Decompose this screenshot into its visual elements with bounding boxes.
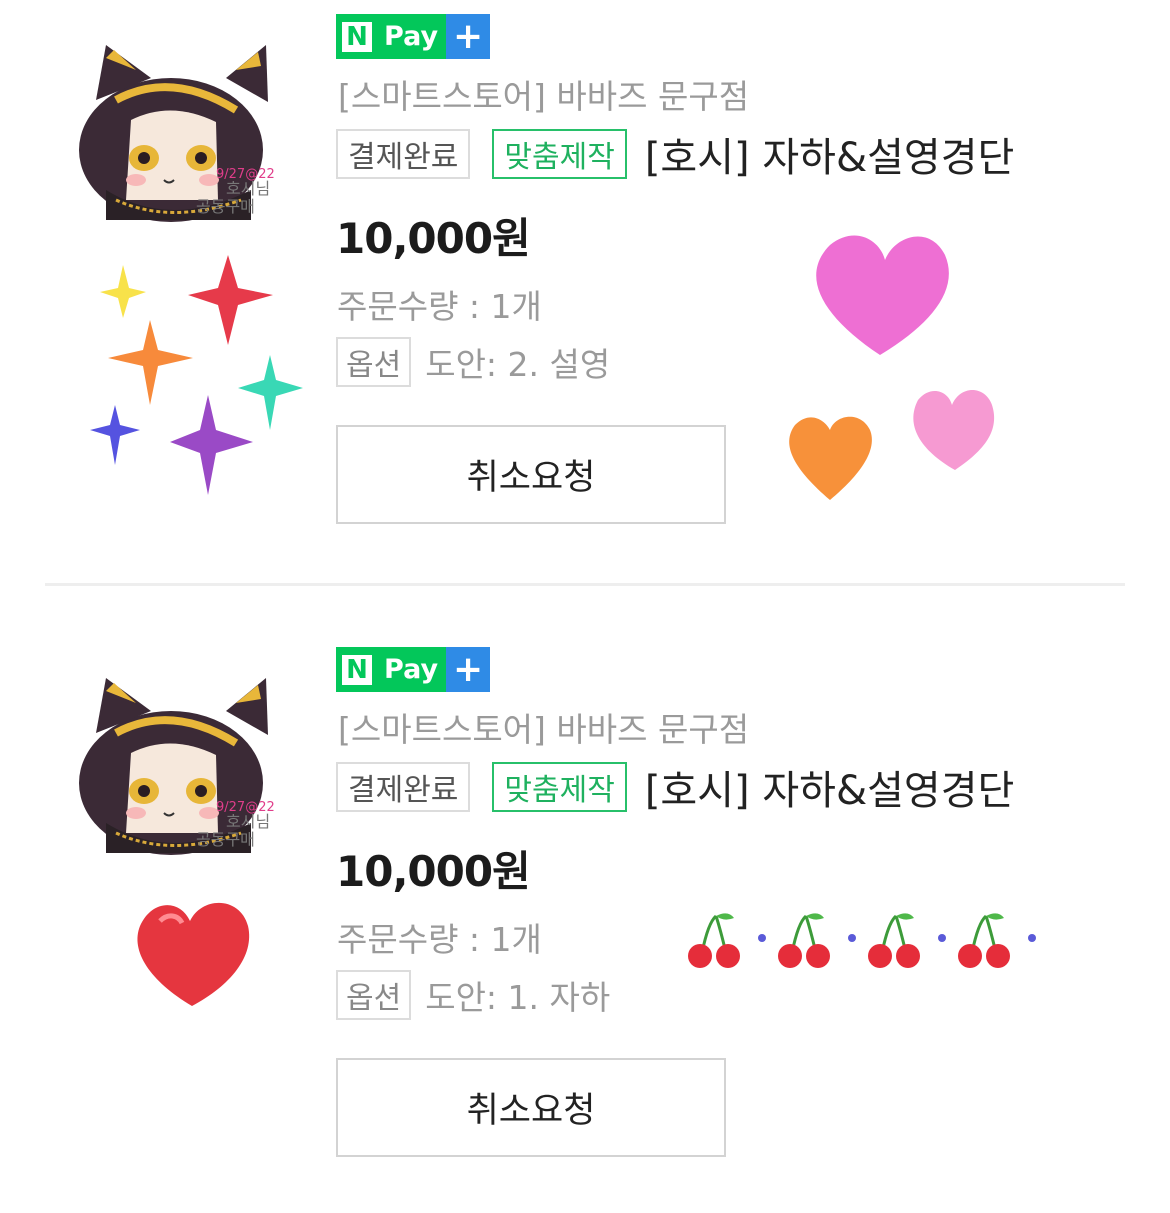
- option-row: 옵션 도안: 1. 자하: [336, 970, 610, 1020]
- thumbnail-groupbuy: 공동구매: [196, 197, 255, 216]
- quantity: 주문수량 : 1개: [337, 920, 542, 959]
- thumbnail-name: 호시님: [226, 812, 270, 831]
- tag-row: 결제완료 맞춤제작 [호시] 자하&설영경단: [336, 758, 1015, 816]
- product-title[interactable]: [호시] 자하&설영경단: [645, 125, 1015, 183]
- order-divider: [45, 583, 1125, 586]
- sparkles-sticker: [90, 255, 303, 495]
- price: 10,000원: [336, 847, 531, 896]
- option-row: 옵션 도안: 2. 설영: [336, 337, 610, 387]
- product-thumbnail[interactable]: 9/27@22 호시님 공동구매: [76, 40, 298, 230]
- plus-icon: +: [446, 647, 491, 692]
- option-value: 도안: 2. 설영: [425, 345, 611, 384]
- naver-n-logo: N: [336, 14, 378, 59]
- price: 10,000원: [336, 214, 531, 263]
- naver-pay-badge: N Pay +: [336, 647, 491, 692]
- thumbnail-groupbuy: 공동구매: [196, 830, 255, 849]
- order-item: 9/27@22 호시님 공동구매 N Pay + [스마트스토어] 바바즈 문구…: [0, 633, 1170, 1213]
- quantity: 주문수량 : 1개: [337, 287, 542, 326]
- cherries-sticker: [688, 913, 1036, 968]
- hearts-sticker: [789, 235, 995, 500]
- cancel-request-button[interactable]: 취소요청: [336, 425, 726, 524]
- thumbnail-name: 호시님: [226, 179, 270, 198]
- store-name[interactable]: [스마트스토어] 바바즈 문구점: [338, 70, 749, 118]
- pay-label: Pay: [378, 647, 447, 692]
- custom-made-badge: 맞춤제작: [492, 129, 627, 179]
- product-thumbnail[interactable]: 9/27@22 호시님 공동구매: [76, 673, 298, 863]
- order-item: 9/27@22 호시님 공동구매 N Pay + [스마트스토어] 바바즈 문구…: [0, 0, 1170, 580]
- status-badge: 결제완료: [336, 762, 471, 812]
- pay-label: Pay: [378, 14, 447, 59]
- option-value: 도안: 1. 자하: [425, 978, 611, 1017]
- custom-made-badge: 맞춤제작: [492, 762, 627, 812]
- naver-n-logo: N: [336, 647, 378, 692]
- status-badge: 결제완료: [336, 129, 471, 179]
- heart-sticker: [137, 902, 250, 1006]
- naver-pay-badge: N Pay +: [336, 14, 491, 59]
- option-badge: 옵션: [336, 970, 412, 1020]
- store-name[interactable]: [스마트스토어] 바바즈 문구점: [338, 703, 749, 751]
- plus-icon: +: [446, 14, 491, 59]
- cancel-request-button[interactable]: 취소요청: [336, 1058, 726, 1157]
- product-title[interactable]: [호시] 자하&설영경단: [645, 758, 1015, 816]
- option-badge: 옵션: [336, 337, 412, 387]
- tag-row: 결제완료 맞춤제작 [호시] 자하&설영경단: [336, 125, 1015, 183]
